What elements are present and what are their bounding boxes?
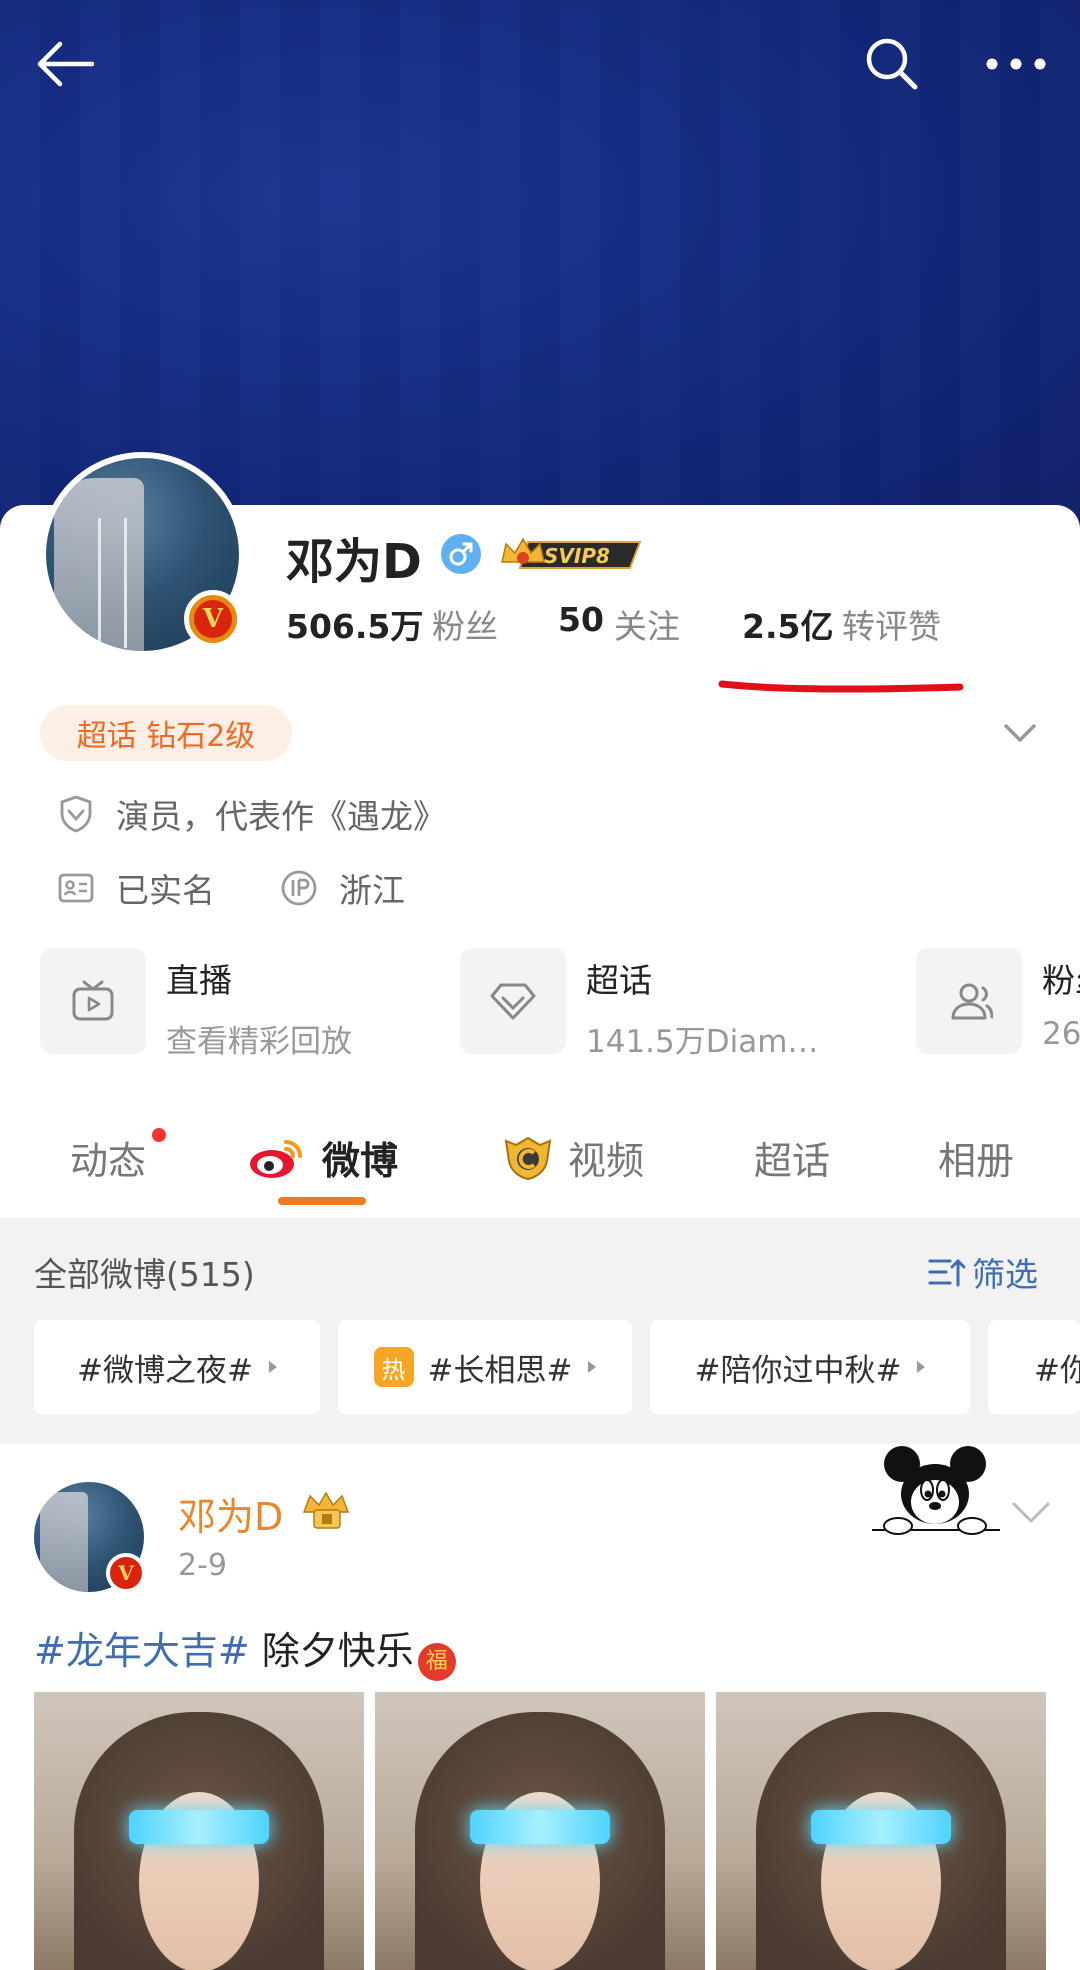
tab-videos[interactable]: 视频	[500, 1130, 644, 1185]
following-label[interactable]: 关注	[614, 600, 680, 648]
topic-chip[interactable]: #微博之夜#	[34, 1320, 320, 1414]
post-hashtag[interactable]: #龙年大吉#	[34, 1629, 250, 1673]
supertalk-entry-title: 超话	[586, 961, 652, 1000]
fu-emoji-icon: 福	[417, 1643, 456, 1681]
tab-moments[interactable]: 动态	[70, 1130, 146, 1185]
followers-count[interactable]: 506.5万	[286, 600, 423, 648]
profile-username: 邓为D	[286, 534, 422, 590]
search-icon	[866, 38, 918, 90]
back-button[interactable]	[24, 24, 104, 104]
chevron-down-icon[interactable]	[1010, 1500, 1052, 1526]
followers-label[interactable]: 粉丝	[432, 600, 498, 648]
video-badge-icon	[504, 1136, 552, 1180]
post-date: 2-9	[178, 1548, 227, 1583]
verified-text: 已实名	[116, 871, 215, 910]
fans-entry[interactable]: 粉丝 26	[916, 948, 1080, 1054]
filter-button[interactable]: 筛选	[928, 1248, 1038, 1296]
male-icon	[441, 534, 481, 574]
post-username[interactable]: 邓为D	[178, 1486, 283, 1541]
post-text: 除夕快乐	[249, 1629, 414, 1673]
active-tab-indicator	[278, 1197, 366, 1205]
supertalk-entry-subtitle: 141.5万Diam…	[586, 1024, 816, 1060]
supertalk-entry[interactable]: 超话 141.5万Diam…	[460, 948, 820, 1060]
topic-chip[interactable]: #你	[988, 1320, 1080, 1414]
profile-tabs: 动态 微博 视频 超话 相册	[0, 1110, 1080, 1215]
filter-icon	[928, 1258, 966, 1287]
more-horizontal-icon	[986, 58, 1046, 70]
live-entry[interactable]: 直播 查看精彩回放	[40, 948, 440, 1060]
post-content: #龙年大吉# 除夕快乐福	[34, 1620, 456, 1681]
more-button[interactable]	[976, 24, 1056, 104]
profile-verified-row: 已实名 浙江	[56, 864, 405, 912]
verified-badge-icon: V	[184, 590, 242, 648]
hot-badge: 热	[373, 1347, 414, 1387]
intro-text: 演员，代表作《遇龙》	[116, 797, 446, 836]
tab-weibo-label: 微博	[322, 1139, 399, 1183]
notification-dot	[152, 1128, 166, 1142]
mickey-sticker-icon	[872, 1446, 1000, 1535]
post-image[interactable]	[34, 1692, 364, 1970]
following-count[interactable]: 50	[558, 600, 604, 639]
topic-chip[interactable]: 热 #长相思#	[338, 1320, 632, 1414]
diamond-icon	[490, 983, 536, 1020]
fans-entry-title: 粉丝	[1042, 961, 1080, 1000]
filter-label: 筛选	[972, 1255, 1038, 1294]
post-image[interactable]	[375, 1692, 705, 1970]
red-underline-annotation	[718, 680, 964, 693]
users-icon	[951, 983, 993, 1020]
supertalk-level-badge[interactable]: 超话 钻石2级	[40, 705, 292, 761]
shield-icon	[56, 794, 96, 834]
all-weibo-count: 全部微博(515)	[34, 1255, 255, 1294]
interactions-label[interactable]: 转评赞	[842, 600, 941, 648]
live-entry-subtitle: 查看精彩回放	[166, 1024, 352, 1060]
id-card-icon	[56, 868, 96, 908]
profile-page: { "header": {"back_icon":"arrow-left-ico…	[0, 0, 1080, 1970]
svg-text:SVIP8: SVIP8	[544, 544, 610, 568]
tv-icon	[72, 980, 114, 1021]
interactions-count[interactable]: 2.5亿	[742, 600, 833, 648]
crown-badge-icon	[302, 1491, 350, 1529]
topic-chip[interactable]: #陪你过中秋#	[650, 1320, 970, 1414]
profile-intro: 演员，代表作《遇龙》	[56, 790, 446, 838]
search-button[interactable]	[852, 24, 932, 104]
weibo-logo-icon	[250, 1139, 302, 1178]
tab-supertalk[interactable]: 超话	[754, 1130, 830, 1185]
tab-weibo[interactable]: 微博	[248, 1130, 398, 1185]
ip-location-icon	[279, 868, 319, 908]
fans-entry-subtitle: 26	[1042, 1016, 1080, 1052]
tab-videos-label: 视频	[568, 1139, 645, 1183]
live-entry-title: 直播	[166, 961, 232, 1000]
arrow-left-icon	[37, 41, 94, 87]
svip-badge[interactable]: SVIP8	[498, 532, 644, 574]
ip-location-text: 浙江	[339, 871, 405, 910]
verified-badge-icon: V	[106, 1553, 146, 1593]
chevron-down-icon[interactable]	[1000, 718, 1040, 748]
tab-album[interactable]: 相册	[938, 1130, 1014, 1185]
post-image[interactable]	[716, 1692, 1046, 1970]
